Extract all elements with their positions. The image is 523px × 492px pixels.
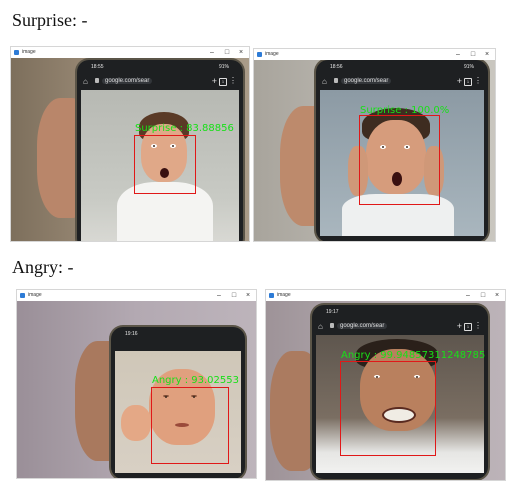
status-battery: 91% xyxy=(218,64,229,70)
window-titlebar: image – □ × xyxy=(17,290,256,301)
url-text: google.com/sear xyxy=(341,78,392,84)
detection-label: Angry : 99.94857311248785 xyxy=(341,350,486,361)
detection-box xyxy=(340,361,436,456)
phone-status-bar: 19:16 xyxy=(111,331,245,341)
app-icon xyxy=(14,50,19,55)
image-window-angry-1: image – □ × 19:16 Angry : 93.02553 xyxy=(17,290,256,478)
browser-url-bar: ⌂ google.com/sear + 1 ⋮ xyxy=(320,76,484,88)
new-tab-icon: + xyxy=(456,321,462,331)
image-window-angry-2: image – □ × 19:17 ⌂ google.com/sear + 1 … xyxy=(266,290,505,480)
status-time: 18:55 xyxy=(91,64,104,70)
home-icon: ⌂ xyxy=(318,322,323,331)
camera-frame: 18:56 91% ⌂ google.com/sear + 1 ⋮ Surpri… xyxy=(254,60,495,241)
lock-icon xyxy=(334,78,338,83)
url-text: google.com/sear xyxy=(102,78,153,84)
close-button[interactable]: × xyxy=(490,291,504,300)
maximize-button[interactable]: □ xyxy=(227,291,241,300)
baby-fist xyxy=(121,405,151,441)
tabs-icon: 1 xyxy=(464,323,472,331)
tabs-icon: 1 xyxy=(219,78,227,86)
phone-status-bar: 18:55 91% xyxy=(77,64,243,74)
detection-label: Surprise : 100.0% xyxy=(360,105,450,116)
detection-label: Surprise : 83.88856 xyxy=(135,123,234,134)
window-title: image xyxy=(22,49,36,55)
app-icon xyxy=(20,293,25,298)
phone-status-bar: 18:56 91% xyxy=(316,64,488,74)
maximize-button[interactable]: □ xyxy=(466,50,480,59)
window-title: image xyxy=(265,51,279,57)
new-tab-icon: + xyxy=(456,76,462,86)
maximize-button[interactable]: □ xyxy=(476,291,490,300)
more-icon: ⋮ xyxy=(474,76,482,85)
status-time: 18:56 xyxy=(330,64,343,70)
home-icon: ⌂ xyxy=(83,77,88,86)
window-title: image xyxy=(277,292,291,298)
close-button[interactable]: × xyxy=(241,291,255,300)
app-icon xyxy=(269,293,274,298)
detection-box xyxy=(151,387,229,464)
close-button[interactable]: × xyxy=(480,50,494,59)
browser-url-bar: ⌂ google.com/sear + 1 ⋮ xyxy=(81,76,239,88)
window-titlebar: image – □ × xyxy=(266,290,505,301)
angry-heading: Angry: - xyxy=(12,257,74,277)
status-time: 19:17 xyxy=(326,309,339,315)
status-battery: 91% xyxy=(463,64,474,70)
more-icon: ⋮ xyxy=(474,321,482,330)
browser-url-bar: ⌂ google.com/sear + 1 ⋮ xyxy=(316,321,484,333)
surprise-heading: Surprise: - xyxy=(12,10,88,30)
phone-status-bar: 19:17 xyxy=(312,309,488,319)
status-time: 19:16 xyxy=(125,331,138,337)
app-icon xyxy=(257,52,262,57)
minimize-button[interactable]: – xyxy=(461,291,475,300)
camera-frame: 19:16 Angry : 93.02553 xyxy=(17,301,256,478)
new-tab-icon: + xyxy=(211,76,217,86)
tabs-icon: 1 xyxy=(464,78,472,86)
camera-frame: 18:55 91% ⌂ google.com/sear + 1 ⋮ Surpri xyxy=(11,58,249,241)
detection-box xyxy=(359,115,440,205)
lock-icon xyxy=(95,78,99,83)
home-icon: ⌂ xyxy=(322,77,327,86)
minimize-button[interactable]: – xyxy=(212,291,226,300)
detection-label: Angry : 93.02553 xyxy=(152,375,239,386)
close-button[interactable]: × xyxy=(234,48,248,57)
lock-icon xyxy=(330,323,334,328)
window-titlebar: image – □ × xyxy=(11,47,249,58)
image-window-surprise-2: image – □ × 18:56 91% ⌂ google.com/sear … xyxy=(254,49,495,241)
camera-frame: 19:17 ⌂ google.com/sear + 1 ⋮ Angry : 99… xyxy=(266,301,505,480)
maximize-button[interactable]: □ xyxy=(220,48,234,57)
detection-box xyxy=(134,135,196,194)
minimize-button[interactable]: – xyxy=(451,50,465,59)
window-titlebar: image – □ × xyxy=(254,49,495,60)
window-title: image xyxy=(28,292,42,298)
more-icon: ⋮ xyxy=(229,76,237,85)
minimize-button[interactable]: – xyxy=(205,48,219,57)
url-text: google.com/sear xyxy=(337,323,388,329)
image-window-surprise-1: image – □ × 18:55 91% ⌂ google.com/sear … xyxy=(11,47,249,241)
